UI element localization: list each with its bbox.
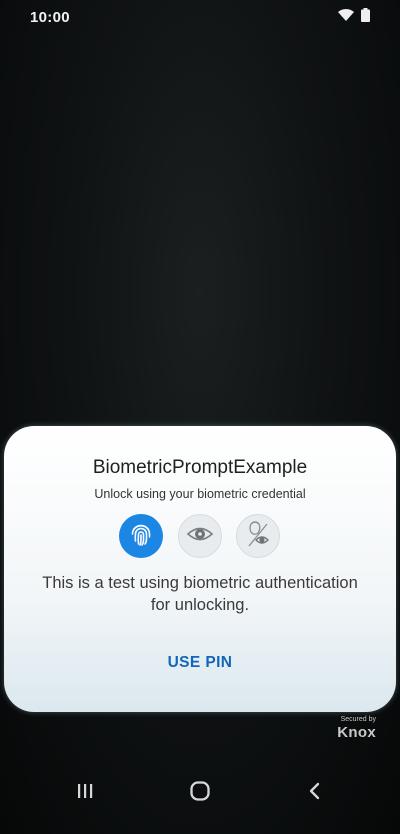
battery-icon [361, 7, 370, 27]
use-pin-button[interactable]: USE PIN [144, 654, 256, 678]
iris-option[interactable] [178, 514, 222, 558]
biometric-options [4, 514, 396, 560]
description-line-2: for unlocking. [150, 596, 250, 614]
recents-icon [75, 782, 95, 805]
knox-logo: Knox [337, 724, 376, 741]
knox-secured-by: Secured by [340, 716, 376, 723]
back-button[interactable] [295, 778, 335, 808]
status-clock: 10:00 [30, 8, 70, 26]
dialog-description: This is a test using biometric authentic… [20, 572, 380, 616]
lock-screen: 10:00 BiometricPromptExample Unlock usin… [0, 0, 400, 834]
back-icon [307, 781, 323, 806]
face-recognition-icon [244, 519, 272, 554]
dialog-subtitle: Unlock using your biometric credential [94, 487, 306, 501]
knox-badge: Secured by Knox [337, 716, 376, 742]
dialog-title: BiometricPromptExample [92, 457, 308, 478]
status-bar: 10:00 [0, 0, 400, 34]
biometric-prompt-dialog: BiometricPromptExample Unlock using your… [4, 426, 396, 712]
fingerprint-option[interactable] [119, 514, 163, 558]
fingerprint-icon [128, 521, 154, 552]
wifi-icon [337, 8, 355, 27]
status-icons [337, 7, 370, 27]
home-button[interactable] [180, 778, 220, 808]
face-recognition-option[interactable] [236, 514, 280, 558]
recents-button[interactable] [65, 778, 105, 808]
iris-scan-icon [186, 524, 214, 549]
home-icon [189, 780, 211, 807]
navigation-bar [0, 768, 400, 818]
description-line-1: This is a test using biometric authentic… [42, 574, 358, 592]
